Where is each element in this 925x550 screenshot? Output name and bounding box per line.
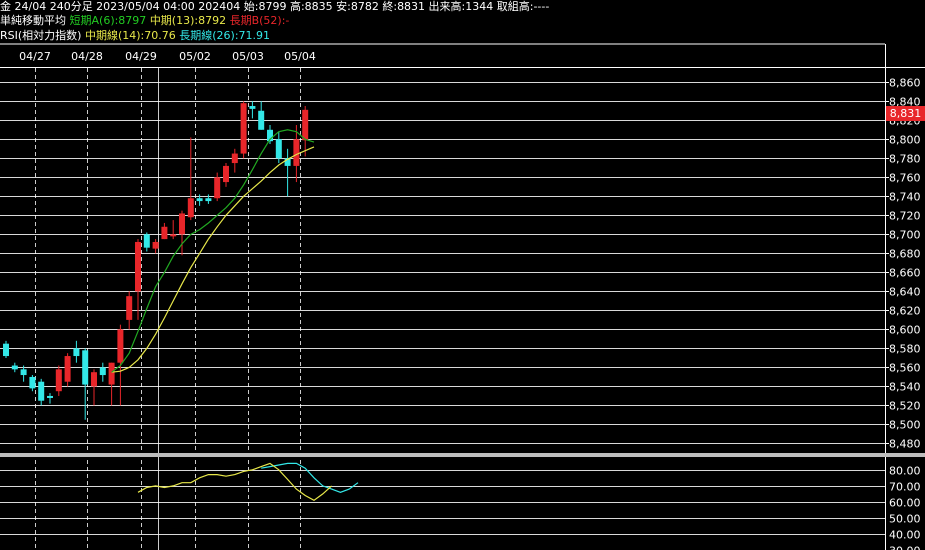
candle-body <box>161 226 168 240</box>
date-tick-label: 05/03 <box>232 50 264 63</box>
price-tick-label: 8,680 <box>889 248 921 261</box>
date-tick-label: 04/28 <box>71 50 103 63</box>
price-tick-label: 8,700 <box>889 229 921 242</box>
candle-body <box>187 198 194 218</box>
candle-body <box>205 198 212 202</box>
rsi-tick-label: 70.00 <box>889 481 921 494</box>
price-tick-label: 8,740 <box>889 191 921 204</box>
candle-body <box>108 362 115 385</box>
candle-body <box>275 139 282 159</box>
panel-separator <box>0 453 925 457</box>
candle-body <box>240 103 247 154</box>
rsi-mid-line <box>137 462 333 502</box>
price-tick-label: 8,540 <box>889 381 921 394</box>
candle-body <box>64 356 71 382</box>
price-tick-label: 8,500 <box>889 419 921 432</box>
candle-body <box>143 234 150 248</box>
date-tick-label: 05/02 <box>179 50 211 63</box>
price-tick-label: 8,580 <box>889 343 921 356</box>
price-tick-label: 8,720 <box>889 210 921 223</box>
candle-body <box>91 372 97 387</box>
candle-body <box>258 110 265 130</box>
rsi-tick-label: 50.00 <box>889 513 921 526</box>
price-tick-label: 8,600 <box>889 324 921 337</box>
price-tick-label: 8,800 <box>889 134 921 147</box>
candle-body <box>223 165 229 183</box>
price-tick-label: 8,620 <box>889 305 921 318</box>
candle-body <box>99 367 106 376</box>
candle-body <box>29 376 36 389</box>
candle-body <box>214 177 221 199</box>
candle-body <box>293 139 300 166</box>
candle-body <box>47 395 53 398</box>
candle-body <box>170 234 177 237</box>
candle-body <box>55 369 62 392</box>
price-tick-label: 8,480 <box>889 438 921 451</box>
price-tick-label: 8,780 <box>889 153 921 166</box>
candle-body <box>135 241 141 292</box>
rsi-tick-label: 40.00 <box>889 529 921 542</box>
rsi-tick-label: 80.00 <box>889 465 921 478</box>
price-tick-label: 8,860 <box>889 77 921 90</box>
candle-body <box>249 106 256 109</box>
price-tick-label: 8,560 <box>889 362 921 375</box>
candle-body <box>3 343 9 357</box>
price-tick-label: 8,520 <box>889 400 921 413</box>
candle-body <box>302 109 309 141</box>
candle-body <box>117 329 124 363</box>
price-tick-label: 8,660 <box>889 267 921 280</box>
candle-body <box>20 369 27 376</box>
date-tick-label: 04/29 <box>125 50 157 63</box>
candle-body <box>231 153 238 164</box>
candle-body <box>73 348 80 357</box>
candle-body <box>82 350 89 385</box>
date-tick-label: 05/04 <box>284 50 316 63</box>
rsi-tick-label: 60.00 <box>889 497 921 510</box>
candle-body <box>196 198 203 202</box>
candle-body <box>38 381 45 401</box>
price-tick-label: 8,640 <box>889 286 921 299</box>
candle-body <box>11 365 18 370</box>
candlestick-chart[interactable]: 04/27 04/28 04/29 05/02 05/03 05/04 8,480 8,500… <box>0 0 925 550</box>
candle-body <box>152 241 159 249</box>
candle-body <box>126 296 133 320</box>
rsi-tick-label: 30.00 <box>889 545 921 550</box>
candle-body <box>179 213 185 235</box>
date-tick-label: 04/27 <box>19 50 51 63</box>
last-price-badge: 8,831 <box>886 106 925 121</box>
price-tick-label: 8,760 <box>889 172 921 185</box>
